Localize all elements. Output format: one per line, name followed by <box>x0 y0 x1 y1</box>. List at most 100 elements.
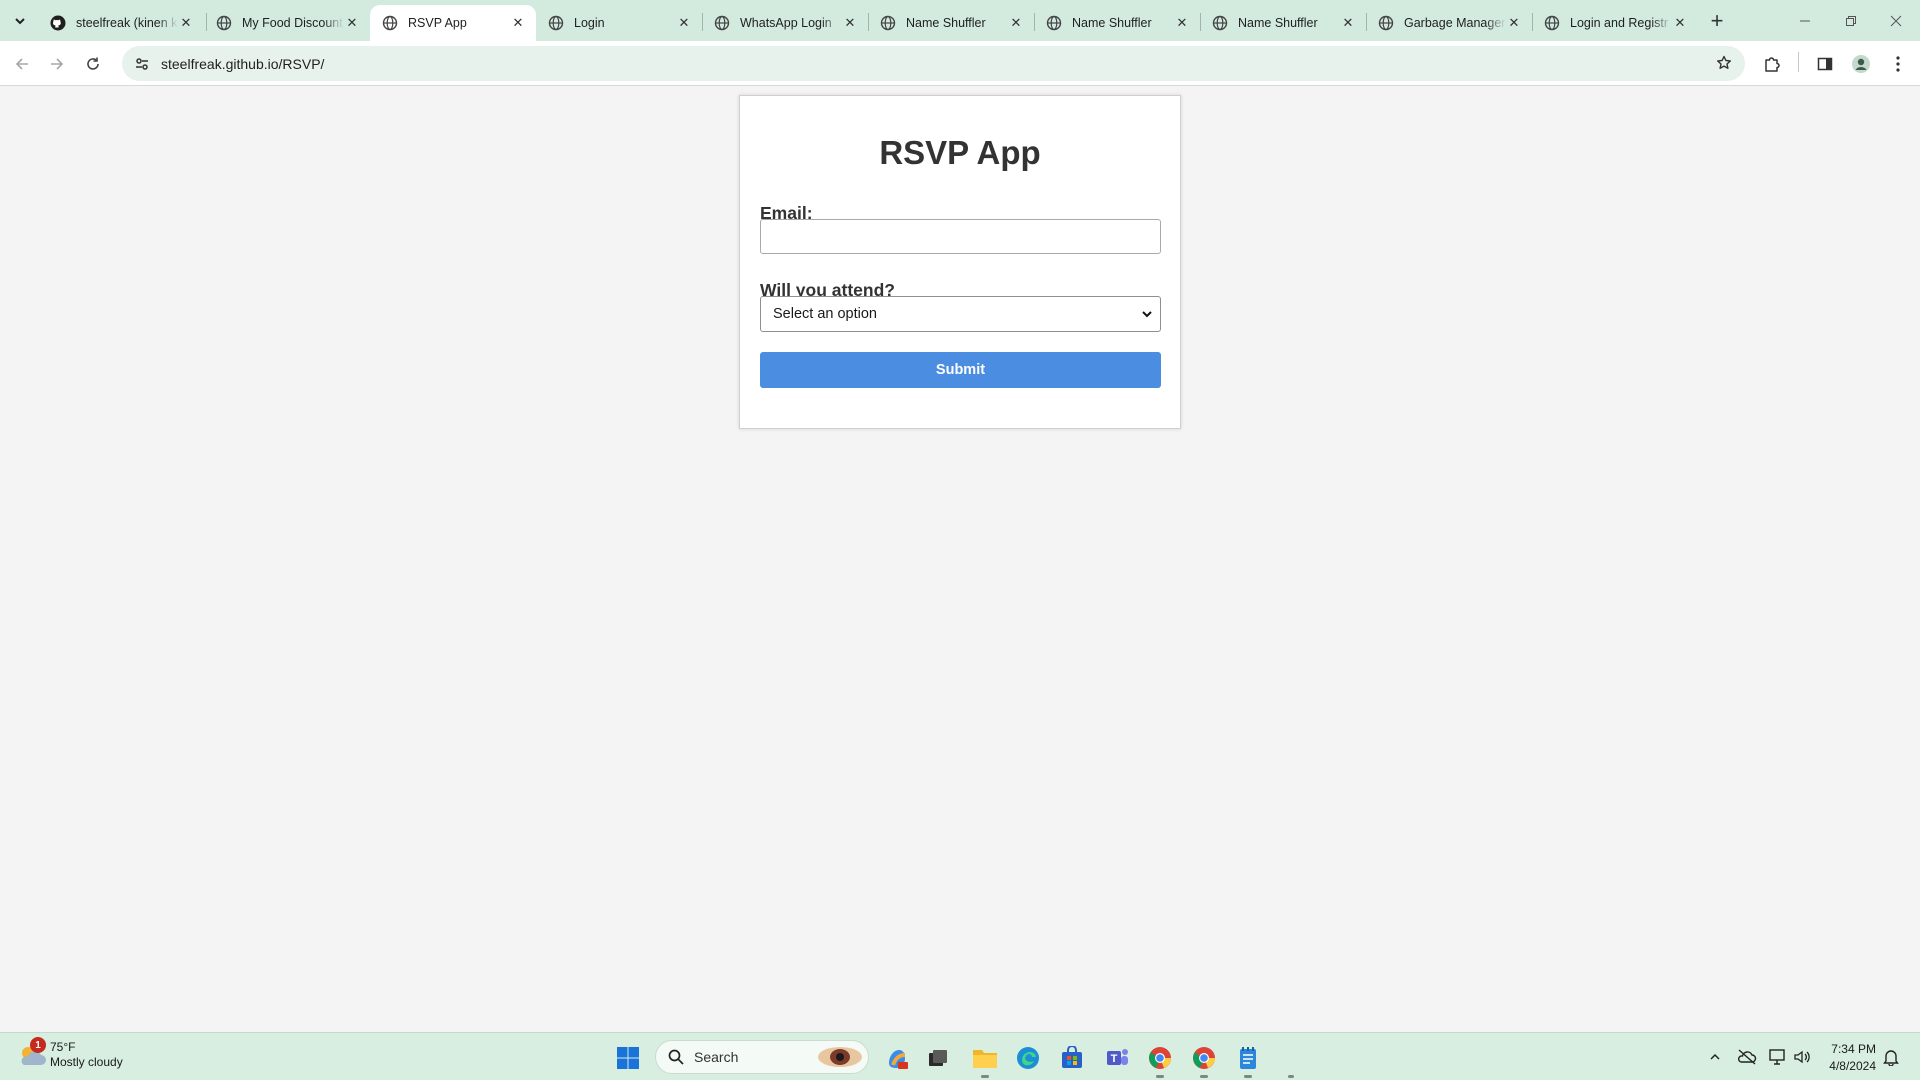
site-info-button[interactable] <box>127 49 157 79</box>
restore-button[interactable] <box>1828 0 1873 41</box>
close-icon[interactable]: ✕ <box>1506 15 1522 31</box>
edge-icon <box>1017 1047 1039 1069</box>
close-icon[interactable]: ✕ <box>676 15 692 31</box>
tab-title: Name Shuffler <box>906 16 986 30</box>
globe-icon <box>880 15 896 31</box>
side-panel-icon <box>1817 57 1833 71</box>
store-icon <box>1062 1046 1082 1068</box>
globe-icon <box>548 15 564 31</box>
weather-desc: Mostly cloudy <box>50 1055 123 1069</box>
weather-temp: 75°F <box>50 1040 76 1054</box>
url-text: steelfreak.github.io/RSVP/ <box>161 55 325 72</box>
submit-button[interactable]: Submit <box>760 352 1161 388</box>
tab-rsvp-app[interactable]: RSVP App ✕ <box>370 5 536 41</box>
tab-title: steelfreak (kinen k <box>76 16 178 30</box>
globe-icon <box>714 15 730 31</box>
windows-icon <box>617 1047 639 1069</box>
tab-login[interactable]: Login ✕ <box>536 5 702 41</box>
profile-button[interactable] <box>1848 51 1874 77</box>
arrow-left-icon <box>15 58 28 70</box>
clock-time: 7:34 PM <box>1831 1042 1876 1056</box>
close-icon[interactable]: ✕ <box>510 15 526 31</box>
globe-icon <box>382 15 398 31</box>
file-explorer-app[interactable] <box>968 1041 1002 1075</box>
plus-icon: + <box>1710 8 1724 33</box>
notepad-app[interactable] <box>1231 1041 1265 1075</box>
taskbar: 1 75°F Mostly cloudy Search T 7:34 PM 4/… <box>0 1032 1920 1080</box>
tab-title: Login <box>574 16 605 30</box>
tab-whatsapp-login[interactable]: WhatsApp Login ✕ <box>702 5 868 41</box>
weather-widget[interactable]: 1 75°F Mostly cloudy <box>16 1037 123 1071</box>
notepad-icon <box>1240 1047 1256 1069</box>
close-icon[interactable]: ✕ <box>1174 15 1190 31</box>
close-icon[interactable]: ✕ <box>842 15 858 31</box>
extensions-button[interactable] <box>1759 51 1785 77</box>
store-app[interactable] <box>1055 1041 1089 1075</box>
show-hidden-icons-button[interactable] <box>1705 1047 1725 1067</box>
page-viewport: RSVP App Email: Will you attend? Select … <box>0 87 1920 1032</box>
network-tray[interactable] <box>1768 1047 1788 1067</box>
system-clock[interactable]: 7:34 PM 4/8/2024 <box>1820 1041 1876 1075</box>
close-window-button[interactable] <box>1873 0 1918 41</box>
close-icon[interactable]: ✕ <box>1672 15 1688 31</box>
bookmark-button[interactable] <box>1713 52 1735 74</box>
attend-select[interactable]: Select an option <box>760 296 1161 332</box>
teams-app[interactable]: T <box>1100 1041 1134 1075</box>
close-icon[interactable]: ✕ <box>1008 15 1024 31</box>
close-icon[interactable]: ✕ <box>178 15 194 31</box>
reload-button[interactable] <box>78 49 108 79</box>
page-title: RSVP App <box>879 134 1041 171</box>
copilot-app[interactable] <box>880 1041 914 1075</box>
cloud-off-icon <box>1737 1049 1757 1065</box>
taskbar-search[interactable]: Search <box>655 1040 869 1074</box>
close-icon[interactable]: ✕ <box>1340 15 1356 31</box>
forward-button[interactable] <box>42 49 72 79</box>
tab-name-shuffler-3[interactable]: Name Shuffler ✕ <box>1200 5 1366 41</box>
task-view-app[interactable] <box>921 1041 955 1075</box>
onedrive-tray[interactable] <box>1737 1047 1757 1067</box>
menu-button[interactable] <box>1885 51 1911 77</box>
restore-icon <box>1845 15 1856 26</box>
teams-icon: T <box>1107 1049 1128 1065</box>
browser-toolbar: steelfreak.github.io/RSVP/ <box>0 41 1920 86</box>
chevron-down-icon <box>1142 311 1152 318</box>
tab-name-shuffler-2[interactable]: Name Shuffler ✕ <box>1034 5 1200 41</box>
cloud-icon: 1 <box>16 1037 48 1071</box>
github-icon <box>50 15 66 31</box>
search-placeholder: Search <box>694 1049 739 1065</box>
tab-garbage-manager[interactable]: Garbage Manager ✕ <box>1366 5 1532 41</box>
chrome-icon <box>1193 1047 1215 1069</box>
tab-github[interactable]: steelfreak (kinen k ✕ <box>38 5 204 41</box>
globe-icon <box>216 15 232 31</box>
globe-icon <box>1544 15 1560 31</box>
back-button[interactable] <box>7 49 37 79</box>
tab-search-button[interactable] <box>5 6 34 35</box>
search-highlight-icon <box>818 1047 862 1067</box>
speaker-icon <box>1794 1050 1810 1064</box>
edge-app[interactable] <box>1011 1041 1045 1075</box>
chrome-profile-app[interactable] <box>1187 1041 1221 1075</box>
tab-login-registration[interactable]: Login and Registr ✕ <box>1532 5 1698 41</box>
email-field[interactable] <box>760 219 1161 254</box>
close-icon[interactable]: ✕ <box>344 15 360 31</box>
tab-title: Name Shuffler <box>1238 16 1318 30</box>
side-panel-button[interactable] <box>1812 51 1838 77</box>
arrow-right-icon <box>51 58 64 70</box>
attend-selected-value: Select an option <box>773 306 877 322</box>
star-icon <box>1717 55 1731 69</box>
start-button[interactable] <box>611 1041 645 1075</box>
tab-food-discount[interactable]: My Food Discount ✕ <box>204 5 370 41</box>
svg-text:T: T <box>1111 1053 1118 1065</box>
tab-name-shuffler-1[interactable]: Name Shuffler ✕ <box>868 5 1034 41</box>
new-tab-button[interactable]: + <box>1703 7 1731 35</box>
network-icon <box>1769 1049 1785 1065</box>
chrome-app[interactable] <box>1143 1041 1177 1075</box>
address-bar[interactable]: steelfreak.github.io/RSVP/ <box>122 46 1745 81</box>
volume-tray[interactable] <box>1792 1047 1812 1067</box>
notifications-button[interactable] <box>1881 1047 1901 1067</box>
tab-title: My Food Discount <box>242 16 343 30</box>
chrome-icon <box>1149 1047 1171 1069</box>
minimize-button[interactable] <box>1782 0 1827 41</box>
tab-title: Name Shuffler <box>1072 16 1152 30</box>
tab-title: RSVP App <box>408 16 467 30</box>
